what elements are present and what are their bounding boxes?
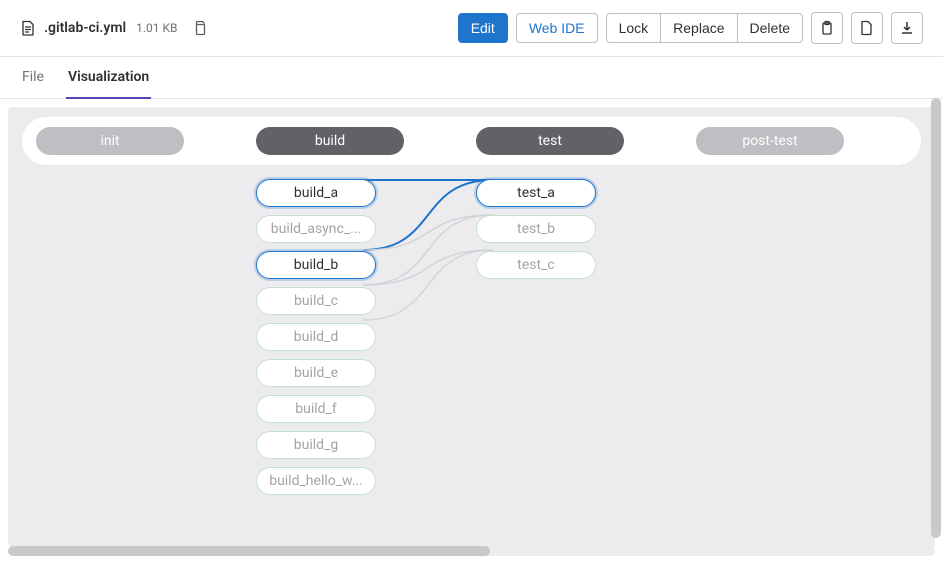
replace-button[interactable]: Replace (660, 13, 737, 44)
file-icon (20, 20, 36, 36)
job-test-a[interactable]: test_a (476, 179, 596, 207)
horizontal-scrollbar[interactable] (8, 546, 935, 556)
pipeline-visualization: init build test post-test build_a build_… (8, 107, 935, 547)
horizontal-scrollbar-thumb[interactable] (8, 546, 490, 556)
view-tabs: File Visualization (0, 57, 943, 99)
job-build-b[interactable]: build_b (256, 251, 376, 279)
job-build-async[interactable]: build_async_... (256, 215, 376, 243)
vertical-scrollbar[interactable] (931, 98, 941, 538)
job-test-b[interactable]: test_b (476, 215, 596, 243)
document-icon (859, 20, 875, 36)
raw-button[interactable] (851, 12, 883, 44)
job-build-c[interactable]: build_c (256, 287, 376, 315)
job-build-hello[interactable]: build_hello_w... (256, 467, 376, 495)
file-header: .gitlab-ci.yml 1.01 KB Edit Web IDE Lock… (0, 0, 943, 57)
tab-visualization[interactable]: Visualization (66, 57, 151, 99)
stage-col-post-test (682, 179, 830, 495)
stage-pill-test[interactable]: test (476, 127, 624, 155)
stage-col-build: build_a build_async_... build_b build_c … (242, 179, 390, 495)
web-ide-button[interactable]: Web IDE (516, 13, 598, 44)
job-build-f[interactable]: build_f (256, 395, 376, 423)
job-build-d[interactable]: build_d (256, 323, 376, 351)
file-actions-group: Lock Replace Delete (606, 13, 803, 44)
download-icon (899, 20, 915, 36)
jobs-area: build_a build_async_... build_b build_c … (8, 165, 935, 495)
delete-button[interactable]: Delete (737, 13, 803, 44)
clipboard-icon (819, 20, 835, 36)
vertical-scrollbar-thumb[interactable] (931, 98, 941, 538)
stage-col-init (22, 179, 170, 495)
stage-pill-post-test[interactable]: post-test (696, 127, 844, 155)
edit-button[interactable]: Edit (458, 13, 508, 44)
file-name: .gitlab-ci.yml (44, 20, 126, 36)
job-test-c[interactable]: test_c (476, 251, 596, 279)
stage-pill-init[interactable]: init (36, 127, 184, 155)
job-build-g[interactable]: build_g (256, 431, 376, 459)
job-build-e[interactable]: build_e (256, 359, 376, 387)
lock-button[interactable]: Lock (606, 13, 662, 44)
file-size: 1.01 KB (136, 21, 177, 35)
stage-pill-build[interactable]: build (256, 127, 404, 155)
download-button[interactable] (891, 12, 923, 44)
copy-path-icon[interactable] (192, 20, 208, 36)
stage-col-test: test_a test_b test_c (462, 179, 610, 495)
stage-header-row: init build test post-test (22, 117, 921, 165)
tab-file[interactable]: File (20, 57, 46, 99)
copy-contents-button[interactable] (811, 12, 843, 44)
job-build-a[interactable]: build_a (256, 179, 376, 207)
